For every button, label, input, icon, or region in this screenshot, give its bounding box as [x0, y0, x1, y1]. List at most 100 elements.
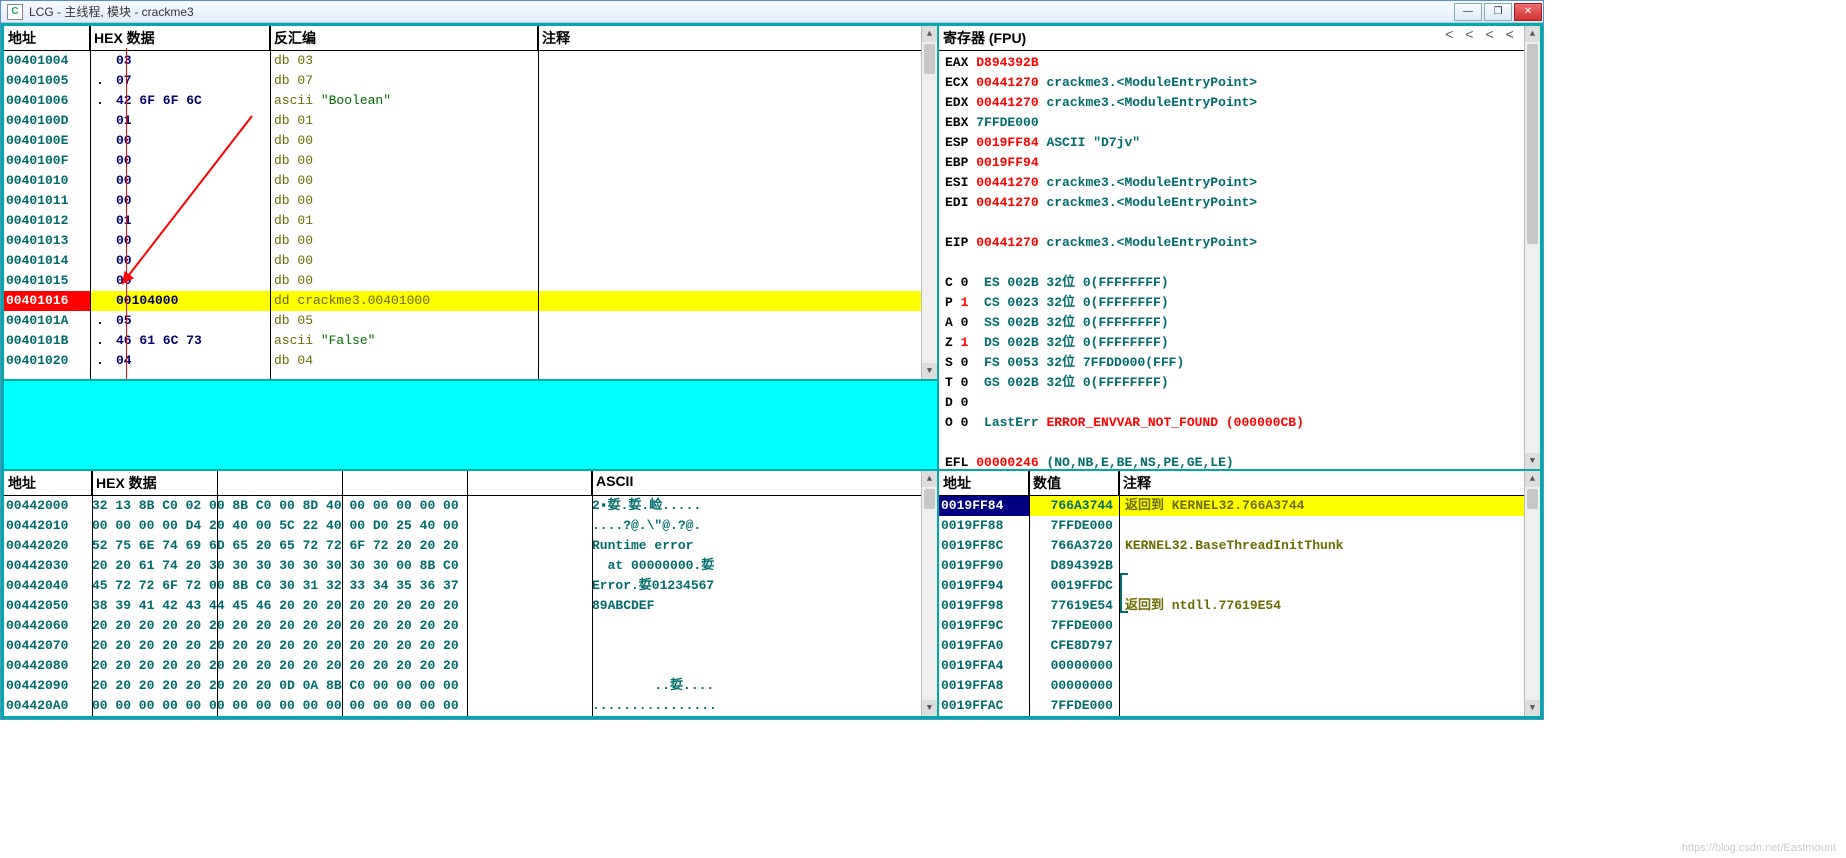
col-address[interactable]: 地址: [4, 471, 92, 495]
register-line[interactable]: EBP 0019FF94: [945, 153, 1534, 173]
disasm-row[interactable]: 0040100F00db 00: [4, 151, 937, 171]
register-line[interactable]: [945, 253, 1534, 273]
scroll-up-icon[interactable]: ▲: [1525, 26, 1540, 42]
register-line[interactable]: D 0: [945, 393, 1534, 413]
regs-nav-3[interactable]: <: [1500, 26, 1520, 50]
dump-scrollbar[interactable]: ▲ ▼: [921, 471, 937, 716]
cell-address: 00401010: [4, 171, 90, 191]
disasm-row[interactable]: 0040101100db 00: [4, 191, 937, 211]
disasm-row[interactable]: 0040100E00db 00: [4, 131, 937, 151]
register-line[interactable]: EDX 00441270 crackme3.<ModuleEntryPoint>: [945, 93, 1534, 113]
dump-row[interactable]: 0044207020 20 20 20 20 20 20 20 20 20 20…: [4, 636, 937, 656]
disasm-row[interactable]: 0040101300db 00: [4, 231, 937, 251]
register-line[interactable]: C 0 ES 002B 32位 0(FFFFFFFF): [945, 273, 1534, 293]
scroll-thumb[interactable]: [1527, 489, 1538, 509]
disasm-row[interactable]: 0040101400db 00: [4, 251, 937, 271]
register-line[interactable]: P 1 CS 0023 32位 0(FFFFFFFF): [945, 293, 1534, 313]
cell-value: CFE8D797: [1029, 636, 1119, 656]
register-line[interactable]: EIP 00441270 crackme3.<ModuleEntryPoint>: [945, 233, 1534, 253]
regs-nav-0[interactable]: <: [1439, 26, 1459, 50]
disasm-row[interactable]: 0040100403db 03: [4, 51, 937, 71]
stack-scrollbar[interactable]: ▲ ▼: [1524, 471, 1540, 716]
register-line[interactable]: Z 1 DS 002B 32位 0(FFFFFFFF): [945, 333, 1534, 353]
scroll-thumb[interactable]: [924, 44, 935, 74]
col-address[interactable]: 地址: [4, 26, 90, 50]
disasm-scrollbar[interactable]: ▲ ▼: [921, 26, 937, 379]
maximize-button[interactable]: ❐: [1484, 3, 1512, 21]
col-address[interactable]: 地址: [939, 471, 1029, 495]
minimize-button[interactable]: —: [1454, 3, 1482, 21]
col-disasm[interactable]: 反汇编: [270, 26, 538, 50]
scroll-up-icon[interactable]: ▲: [1525, 471, 1540, 487]
scroll-thumb[interactable]: [924, 489, 935, 509]
cell-comment: [538, 51, 937, 71]
col-ascii[interactable]: ASCII: [592, 471, 937, 495]
cell-address: 00401005: [4, 71, 90, 91]
cell-asm: db 00: [270, 151, 538, 171]
cell-hex: 01: [90, 211, 270, 231]
scroll-thumb[interactable]: [1527, 44, 1538, 244]
dump-row[interactable]: 0044200032 13 8B C0 02 00 8B C0 00 8D 40…: [4, 496, 937, 516]
scroll-up-icon[interactable]: ▲: [922, 26, 937, 42]
cell-hex: 00: [90, 151, 270, 171]
cell-address: 00442060: [4, 616, 92, 636]
disasm-row[interactable]: 0040100D01db 01: [4, 111, 937, 131]
regs-body[interactable]: EAX D894392BECX 00441270 crackme3.<Modul…: [939, 51, 1540, 470]
cell-value: 00000000: [1029, 676, 1119, 696]
register-line[interactable]: EBX 7FFDE000: [945, 113, 1534, 133]
scroll-down-icon[interactable]: ▼: [1525, 453, 1540, 469]
dump-row[interactable]: 0044208020 20 20 20 20 20 20 20 20 20 20…: [4, 656, 937, 676]
cell-address: 0019FF98: [939, 596, 1029, 616]
col-comment[interactable]: 注释: [538, 26, 937, 50]
register-line[interactable]: [945, 433, 1534, 453]
scroll-up-icon[interactable]: ▲: [922, 471, 937, 487]
dump-row[interactable]: 0044203020 20 61 74 20 30 30 30 30 30 30…: [4, 556, 937, 576]
disasm-row[interactable]: 00401020.04db 04: [4, 351, 937, 371]
dump-row[interactable]: 0044206020 20 20 20 20 20 20 20 20 20 20…: [4, 616, 937, 636]
regs-nav-1[interactable]: <: [1459, 26, 1479, 50]
titlebar[interactable]: C LCG - 主线程, 模块 - crackme3 — ❐ ✕: [1, 1, 1543, 23]
register-line[interactable]: EFL 00000246 (NO,NB,E,BE,NS,PE,GE,LE): [945, 453, 1534, 470]
dump-row[interactable]: 0044209020 20 20 20 20 20 20 20 0D 0A 8B…: [4, 676, 937, 696]
dump-row[interactable]: 0044201000 00 00 00 D4 20 40 00 5C 22 40…: [4, 516, 937, 536]
cell-hex: .42 6F 6F 6C: [90, 91, 270, 111]
regs-scrollbar[interactable]: ▲ ▼: [1524, 26, 1540, 469]
dump-row[interactable]: 0044205038 39 41 42 43 44 45 46 20 20 20…: [4, 596, 937, 616]
disasm-row[interactable]: 00401005.07db 07: [4, 71, 937, 91]
dump-row[interactable]: 0044202052 75 6E 74 69 6D 65 20 65 72 72…: [4, 536, 937, 556]
close-button[interactable]: ✕: [1514, 3, 1542, 21]
dump-pane[interactable]: 地址 HEX 数据 ASCII 0044200032 13 8B C0 02 0…: [3, 470, 938, 717]
scroll-down-icon[interactable]: ▼: [1525, 700, 1540, 716]
register-line[interactable]: EDI 00441270 crackme3.<ModuleEntryPoint>: [945, 193, 1534, 213]
stack-pane[interactable]: 地址 数值 注释 0019FF84766A3744返回到 KERNEL32.76…: [938, 470, 1541, 717]
col-value[interactable]: 数值: [1029, 471, 1119, 495]
scroll-down-icon[interactable]: ▼: [922, 700, 937, 716]
col-comment[interactable]: 注释: [1119, 471, 1540, 495]
disasm-row[interactable]: 0040101B.46 61 6C 73ascii "False": [4, 331, 937, 351]
disasm-row[interactable]: 0040101201db 01: [4, 211, 937, 231]
register-line[interactable]: A 0 SS 002B 32位 0(FFFFFFFF): [945, 313, 1534, 333]
disassembly-pane[interactable]: 地址 HEX 数据 反汇编 注释 0040100403db 0300401005…: [3, 25, 938, 380]
dump-row[interactable]: 004420A000 00 00 00 00 00 00 00 00 00 00…: [4, 696, 937, 716]
register-line[interactable]: [945, 213, 1534, 233]
registers-pane[interactable]: 寄存器 (FPU) < < < < < EAX D894392BECX 0044…: [938, 25, 1541, 470]
cell-comment: [538, 71, 937, 91]
scroll-down-icon[interactable]: ▼: [922, 363, 937, 379]
col-hex[interactable]: HEX 数据: [90, 26, 270, 50]
dump-body[interactable]: 0044200032 13 8B C0 02 00 8B C0 00 8D 40…: [4, 496, 937, 716]
disasm-row[interactable]: 0040101600104000dd crackme3.00401000: [4, 291, 937, 311]
disasm-row[interactable]: 0040101500db 00: [4, 271, 937, 291]
register-line[interactable]: EAX D894392B: [945, 53, 1534, 73]
register-line[interactable]: ESI 00441270 crackme3.<ModuleEntryPoint>: [945, 173, 1534, 193]
disasm-body[interactable]: 0040100403db 0300401005.07db 0700401006.…: [4, 51, 937, 371]
register-line[interactable]: T 0 GS 002B 32位 0(FFFFFFFF): [945, 373, 1534, 393]
disasm-row[interactable]: 0040101000db 00: [4, 171, 937, 191]
register-line[interactable]: ECX 00441270 crackme3.<ModuleEntryPoint>: [945, 73, 1534, 93]
register-line[interactable]: O 0 LastErr ERROR_ENVVAR_NOT_FOUND (0000…: [945, 413, 1534, 433]
disasm-row[interactable]: 0040101A.05db 05: [4, 311, 937, 331]
register-line[interactable]: ESP 0019FF84 ASCII "D7jv": [945, 133, 1534, 153]
dump-row[interactable]: 0044204045 72 72 6F 72 00 8B C0 30 31 32…: [4, 576, 937, 596]
register-line[interactable]: S 0 FS 0053 32位 7FFDD000(FFF): [945, 353, 1534, 373]
regs-nav-2[interactable]: <: [1479, 26, 1499, 50]
disasm-row[interactable]: 00401006.42 6F 6F 6Cascii "Boolean": [4, 91, 937, 111]
